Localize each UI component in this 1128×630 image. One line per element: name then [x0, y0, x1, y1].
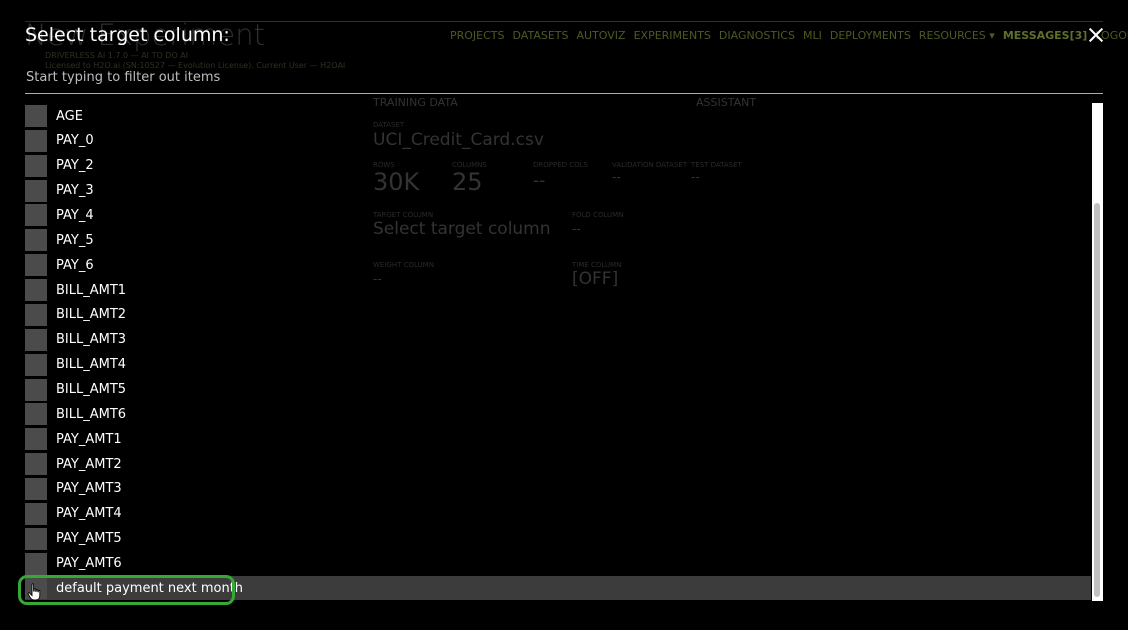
checkbox[interactable] [25, 403, 47, 426]
hand-cursor-icon [27, 583, 41, 601]
list-item-label: PAY_AMT4 [56, 506, 122, 522]
nav-messages[interactable]: MESSAGES[3] [1003, 29, 1088, 42]
nav-datasets[interactable]: DATASETS [513, 29, 569, 42]
list-item[interactable]: PAY_2 [25, 154, 1091, 178]
checkbox[interactable] [25, 154, 47, 177]
list-item-label: BILL_AMT2 [56, 307, 127, 323]
list-item-label: PAY_0 [56, 133, 94, 149]
list-item[interactable]: BILL_AMT3 [25, 328, 1091, 352]
list-item[interactable]: BILL_AMT1 [25, 278, 1091, 302]
list-item-label: PAY_4 [56, 207, 94, 223]
checkbox[interactable] [25, 477, 47, 500]
nav-autoviz[interactable]: AUTOVIZ [577, 29, 626, 42]
checkbox[interactable] [25, 105, 47, 127]
list-item-label: PAY_2 [56, 158, 94, 174]
modal-title: Select target column: [25, 24, 230, 46]
nav-mli[interactable]: MLI [803, 29, 822, 42]
list-item-label: PAY_AMT5 [56, 531, 122, 547]
list-item-label: PAY_AMT3 [56, 481, 122, 497]
list-item-label: PAY_AMT6 [56, 556, 122, 571]
list-item[interactable]: PAY_AMT1 [25, 427, 1091, 451]
checkbox[interactable] [25, 378, 47, 401]
close-icon[interactable] [1088, 27, 1104, 43]
list-item[interactable]: BILL_AMT6 [25, 402, 1091, 426]
checkbox[interactable] [25, 502, 47, 525]
list-item[interactable]: PAY_AMT3 [25, 477, 1091, 501]
nav-experiments[interactable]: EXPERIMENTS [634, 29, 711, 42]
checkbox[interactable] [25, 328, 47, 351]
list-item[interactable]: BILL_AMT2 [25, 303, 1091, 327]
list-item[interactable]: PAY_4 [25, 203, 1091, 227]
checkbox[interactable] [25, 229, 47, 252]
list-item[interactable]: PAY_5 [25, 228, 1091, 252]
list-item-label: PAY_5 [56, 232, 94, 248]
column-list: AGE PAY_0 PAY_2 PAY_3 PAY_4 PAY_5 PAY_6 BILL_AM… [25, 103, 1091, 601]
list-item[interactable]: PAY_0 [25, 129, 1091, 153]
nav-resources[interactable]: RESOURCES ▾ [919, 29, 995, 42]
scrollbar[interactable] [1092, 103, 1103, 601]
list-item-label: PAY_3 [56, 183, 94, 199]
checkbox[interactable] [25, 179, 47, 202]
checkbox[interactable] [25, 129, 47, 152]
checkbox[interactable] [25, 254, 47, 277]
list-item-label: BILL_AMT6 [56, 406, 127, 422]
list-item-label: AGE [56, 108, 83, 124]
checkbox[interactable] [25, 353, 47, 376]
list-item-label: BILL_AMT3 [56, 332, 127, 348]
list-item-label: PAY_AMT1 [56, 431, 122, 447]
list-item[interactable]: PAY_AMT2 [25, 452, 1091, 476]
list-item[interactable]: PAY_AMT4 [25, 502, 1091, 526]
checkbox[interactable] [25, 303, 47, 326]
list-item-label: BILL_AMT5 [56, 382, 127, 397]
list-item-label: PAY_AMT2 [56, 456, 122, 472]
checkbox[interactable] [25, 527, 47, 550]
list-item-label: BILL_AMT4 [56, 357, 127, 373]
highlight-ring [18, 575, 235, 605]
list-item[interactable]: PAY_6 [25, 253, 1091, 277]
list-item[interactable]: PAY_AMT6 [25, 552, 1091, 576]
checkbox[interactable] [25, 428, 47, 451]
filter-input[interactable] [25, 68, 1103, 94]
scrollbar-thumb[interactable] [1094, 203, 1100, 597]
checkbox[interactable] [25, 552, 47, 575]
list-item-label: BILL_AMT1 [56, 282, 127, 298]
list-item-label: PAY_6 [56, 257, 94, 273]
list-item[interactable]: PAY_3 [25, 179, 1091, 203]
checkbox[interactable] [25, 279, 47, 301]
checkbox[interactable] [25, 453, 47, 475]
list-item[interactable]: BILL_AMT4 [25, 353, 1091, 377]
nav-deployments[interactable]: DEPLOYMENTS [830, 29, 911, 42]
list-item[interactable]: AGE [25, 104, 1091, 128]
top-nav: PROJECTS DATASETS AUTOVIZ EXPERIMENTS DI… [450, 29, 1128, 42]
nav-projects[interactable]: PROJECTS [450, 29, 505, 42]
nav-diagnostics[interactable]: DIAGNOSTICS [719, 29, 795, 42]
checkbox[interactable] [25, 204, 47, 227]
list-item[interactable]: BILL_AMT5 [25, 378, 1091, 402]
list-item[interactable]: PAY_AMT5 [25, 527, 1091, 551]
version-text: DRIVERLESS AI 1.7.0 — AI TO DO AI [45, 51, 189, 60]
